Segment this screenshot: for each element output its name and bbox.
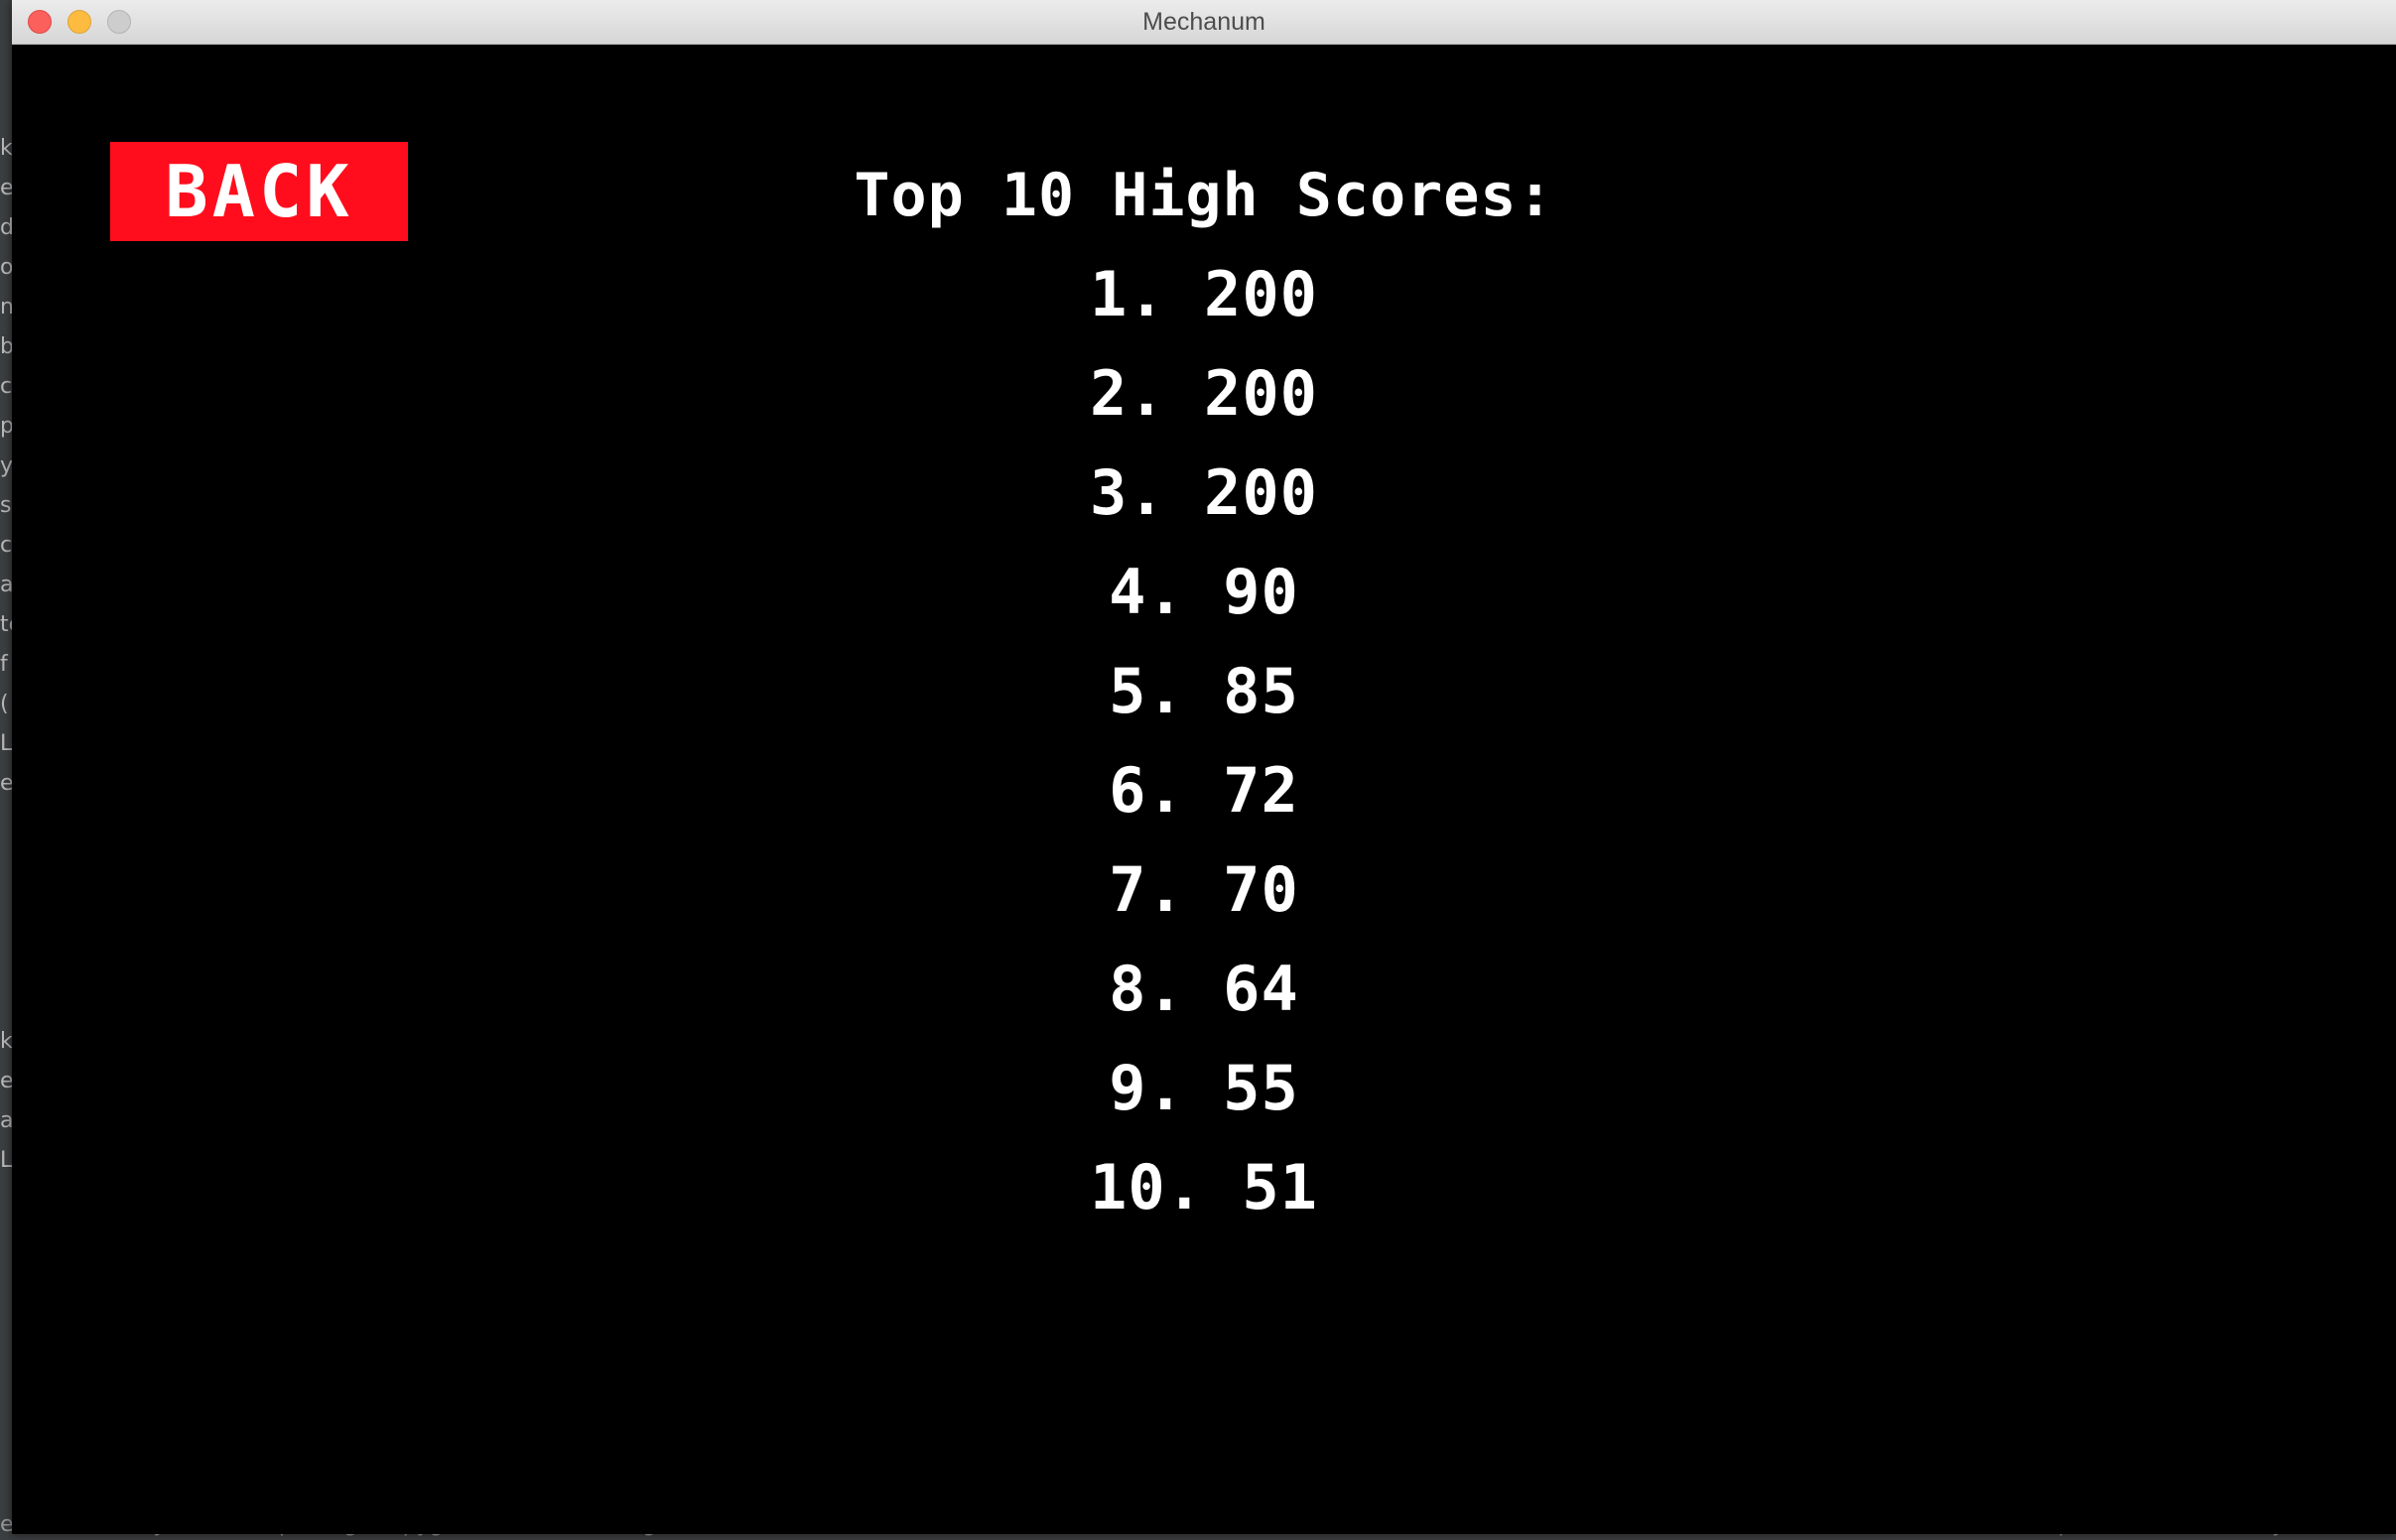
score-row: 9. 55 (1109, 1052, 1299, 1124)
background-ide-text-fragment: k (0, 136, 12, 161)
zoom-window-button[interactable] (107, 10, 131, 34)
score-row: 10. 51 (1090, 1151, 1318, 1223)
background-ide-text-fragment: Lo (0, 1148, 12, 1173)
score-row: 6. 72 (1109, 754, 1299, 827)
window-title: Mechanum (1142, 8, 1265, 36)
score-row: 7. 70 (1109, 853, 1299, 926)
high-scores-title: Top 10 High Scores: (854, 161, 1554, 230)
minimize-window-button[interactable] (67, 10, 91, 34)
background-ide-text-fragment: ca (0, 374, 12, 399)
background-ide-text-fragment: ka (0, 1029, 12, 1054)
background-ide-lower-text: ka er ar Lo (0, 1022, 12, 1181)
background-ide-text-fragment: L (0, 731, 12, 756)
close-window-button[interactable] (28, 10, 52, 34)
game-window: Mechanum BACK Top 10 High Scores: 1. 200… (12, 0, 2396, 1534)
background-ide-text-fragment: s (0, 493, 12, 518)
background-ide-text-fragment: ( (0, 692, 9, 716)
score-row: 8. 64 (1109, 953, 1299, 1025)
background-ide-text-fragment: y (0, 453, 12, 478)
background-ide-text-fragment: ar (0, 1108, 12, 1133)
background-ide-text-fragment: b (0, 334, 12, 359)
score-row: 5. 85 (1109, 655, 1299, 727)
background-ide-text-fragment: or (0, 255, 12, 280)
background-ide-text-fragment: a (0, 573, 12, 597)
background-ide-text-fragment: f (0, 652, 8, 677)
game-canvas: BACK Top 10 High Scores: 1. 200 2. 200 3… (12, 45, 2396, 1534)
background-ide-text-fragment: n (0, 295, 12, 320)
score-row: 1. 200 (1090, 258, 1318, 330)
background-ide-side-text: kesdornbcapyscatef(Les (0, 129, 12, 804)
background-ide-text-fragment: te (0, 612, 12, 637)
window-titlebar[interactable]: Mechanum (12, 0, 2396, 45)
score-row: 4. 90 (1109, 556, 1299, 628)
background-ide-text-fragment: es (0, 176, 12, 200)
background-ide-text-fragment: p (0, 414, 12, 439)
background-ide-text-fragment: d (0, 215, 12, 240)
score-row: 2. 200 (1090, 357, 1318, 430)
score-row: 3. 200 (1090, 456, 1318, 529)
background-ide-text-fragment: es (0, 771, 12, 796)
background-ide-text-fragment: er (0, 1069, 12, 1093)
background-ide-text-fragment: c (0, 533, 12, 558)
